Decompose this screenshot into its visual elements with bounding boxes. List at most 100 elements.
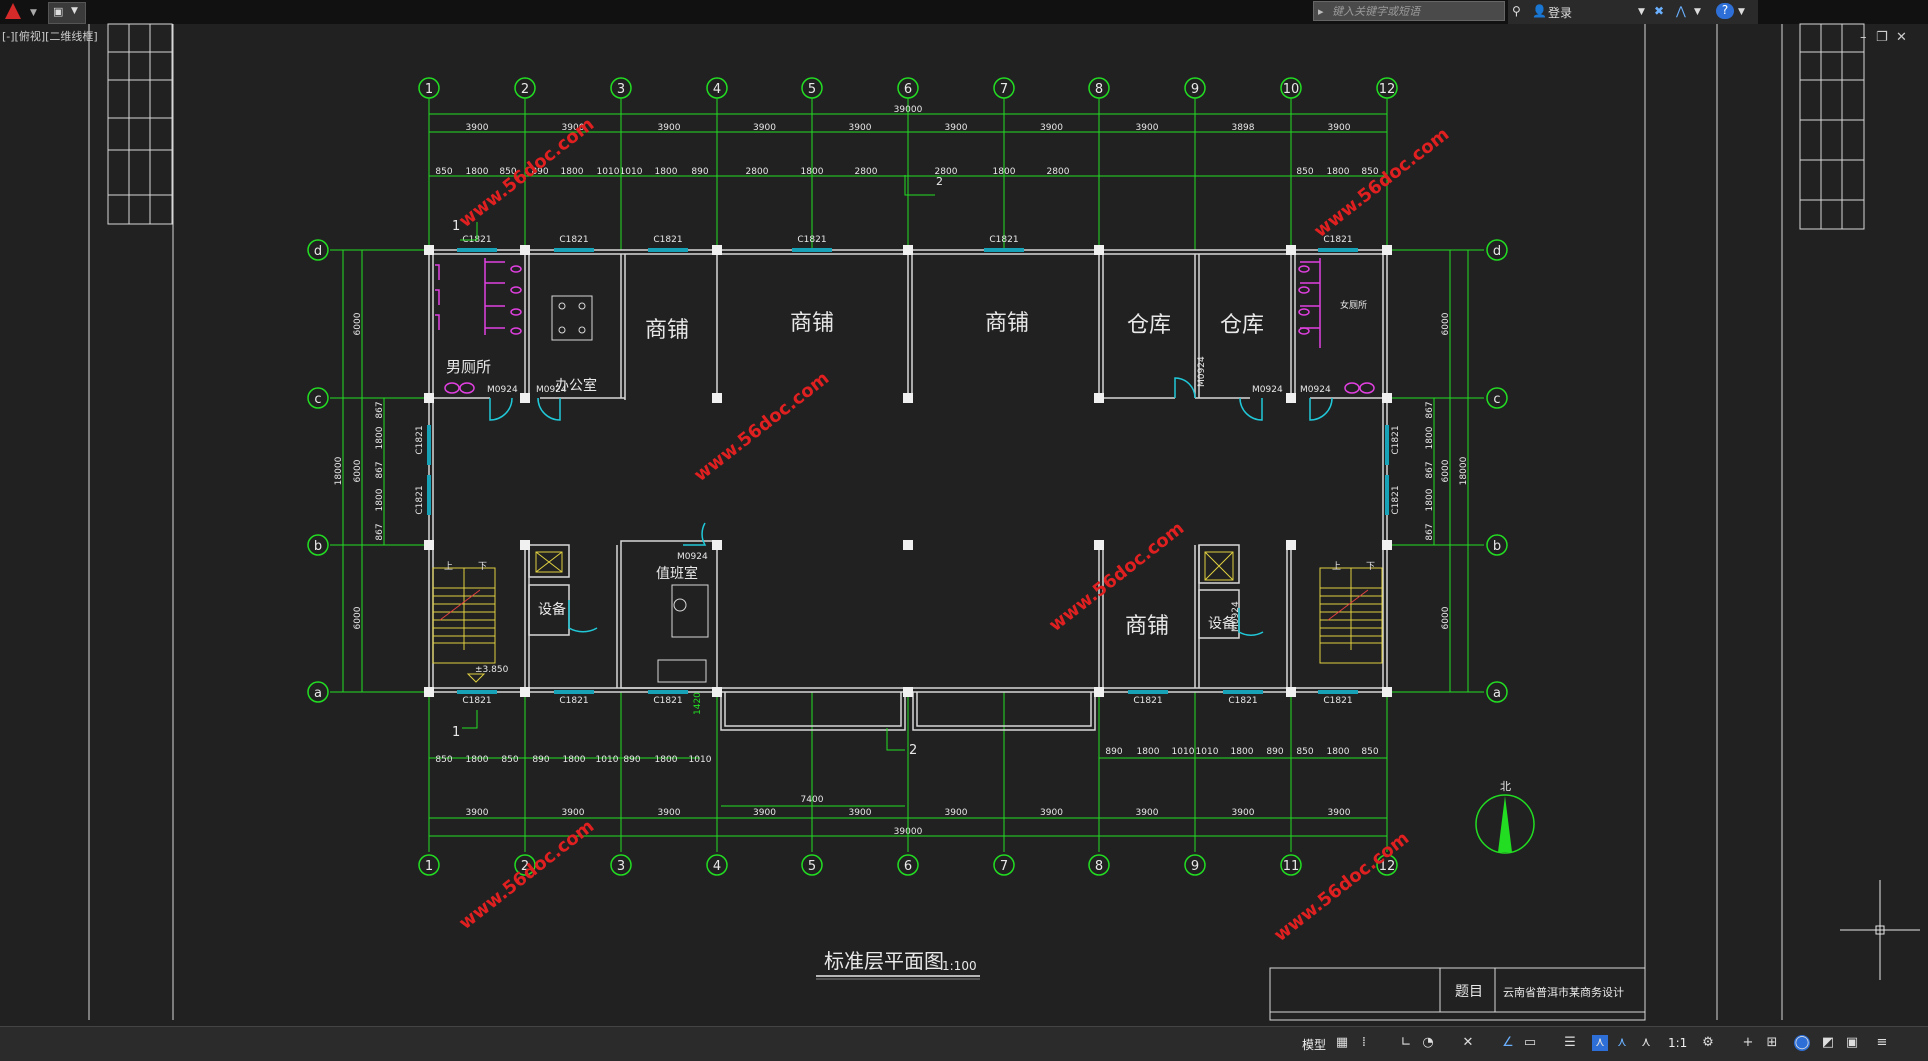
dimension-text: 1800 bbox=[466, 167, 489, 177]
total-dimension-right: 18000 bbox=[1459, 456, 1469, 485]
axis-bubble-right: d bbox=[1486, 239, 1508, 261]
plus-icon[interactable]: + bbox=[1740, 1035, 1756, 1051]
dimension-text: 1010 bbox=[596, 755, 619, 765]
axis-bubble-left: b bbox=[307, 534, 329, 556]
dynamic-input-icon[interactable]: ∠ bbox=[1500, 1035, 1516, 1051]
axis-bubble-right: a bbox=[1486, 681, 1508, 703]
hardware-acceleration-icon[interactable]: ◩ bbox=[1820, 1035, 1836, 1051]
column bbox=[1094, 687, 1104, 697]
dimension-text: 2800 bbox=[1047, 167, 1070, 177]
axis-bubble-top: 8 bbox=[1088, 77, 1110, 99]
dimension-text: 1800 bbox=[1137, 747, 1160, 757]
span-dimension-bottom: 3900 bbox=[945, 808, 968, 818]
grid-icon[interactable]: ▦ bbox=[1334, 1035, 1350, 1051]
svg-text:b: b bbox=[314, 539, 322, 554]
lineweight-icon[interactable]: ☰ bbox=[1562, 1035, 1578, 1051]
column bbox=[712, 393, 722, 403]
window-tag: C1821 bbox=[1228, 696, 1257, 706]
axis-grid bbox=[330, 98, 1484, 852]
watermarks: www.56doc.com www.56doc.com www.56doc.co… bbox=[455, 114, 1453, 946]
column bbox=[520, 245, 530, 255]
total-dimension-left: 18000 bbox=[334, 456, 344, 485]
watermark-text: www.56doc.com bbox=[1310, 124, 1453, 242]
span-dimension-bottom: 3900 bbox=[1232, 808, 1255, 818]
dimension-text: 6000 bbox=[353, 459, 363, 482]
dimension-text: 867 bbox=[375, 523, 385, 540]
axis-bubble-top: 7 bbox=[993, 77, 1015, 99]
svg-text:12: 12 bbox=[1379, 82, 1396, 97]
revision-table-right bbox=[1799, 23, 1865, 230]
dimension-text: 1010 bbox=[620, 167, 643, 177]
snap-icon[interactable]: ⁞ bbox=[1356, 1035, 1372, 1051]
column bbox=[1382, 687, 1392, 697]
span-dimension-bottom: 3900 bbox=[849, 808, 872, 818]
dimension-chains: 390003900 3900 3900 3900 3900 3900 3900 3900 389… bbox=[334, 105, 1474, 842]
dimension-text: 1800 bbox=[655, 755, 678, 765]
drawing-canvas[interactable]: 11223344556677889910111212d dc cb ba a 39000… bbox=[0, 0, 1928, 1024]
dimension-text: 890 bbox=[1105, 747, 1122, 757]
auto-scale-icon[interactable]: ⋏ bbox=[1638, 1035, 1654, 1051]
axis-bubble-bottom: 1 bbox=[418, 854, 440, 876]
watermark-text: www.56doc.com bbox=[1270, 828, 1413, 946]
axis-bubble-top: 4 bbox=[706, 77, 728, 99]
dimension-text: 1800 bbox=[563, 755, 586, 765]
isolate-icon[interactable]: ◯ bbox=[1794, 1035, 1810, 1051]
column bbox=[424, 540, 434, 550]
dimension-text: 1800 bbox=[1327, 747, 1350, 757]
room-label-equipment-1: 设备 bbox=[538, 601, 566, 618]
column bbox=[520, 687, 530, 697]
span-dimension-top: 3900 bbox=[466, 123, 489, 133]
units-icon[interactable]: ⊞ bbox=[1764, 1035, 1780, 1051]
stair-up-label-left: 上 bbox=[444, 561, 453, 572]
room-label-shop-3: 商铺 bbox=[985, 311, 1029, 336]
model-tab[interactable]: 模型 bbox=[1302, 1036, 1326, 1053]
osnap-icon[interactable]: ✕ bbox=[1460, 1035, 1476, 1051]
customize-icon[interactable]: ≡ bbox=[1874, 1035, 1890, 1051]
ortho-icon[interactable]: ∟ bbox=[1398, 1035, 1414, 1051]
svg-text:d: d bbox=[314, 244, 322, 259]
svg-text:3: 3 bbox=[617, 82, 625, 97]
annotation-scale[interactable]: 1:1 bbox=[1668, 1036, 1687, 1050]
axis-bubble-bottom: 7 bbox=[993, 854, 1015, 876]
window-tag: C1821 bbox=[415, 425, 425, 454]
column bbox=[1286, 540, 1296, 550]
span-dimension-bottom: 3900 bbox=[658, 808, 681, 818]
axis-bubble-bottom: 3 bbox=[610, 854, 632, 876]
door-tag: M0924 bbox=[677, 552, 708, 562]
axis-bubble-top: 5 bbox=[801, 77, 823, 99]
selection-icon[interactable]: ▭ bbox=[1522, 1035, 1538, 1051]
dimension-text: 1800 bbox=[1231, 747, 1254, 757]
north-arrow: 北 bbox=[1475, 780, 1535, 854]
dimension-text: 1800 bbox=[1327, 167, 1350, 177]
stairs-left bbox=[432, 567, 496, 664]
dimension-text: 6000 bbox=[353, 312, 363, 335]
svg-text:2: 2 bbox=[936, 175, 943, 188]
span-dimension-bottom: 3900 bbox=[562, 808, 585, 818]
annotation-icon[interactable]: ⋏ bbox=[1592, 1035, 1608, 1051]
axis-bubble-right: b bbox=[1486, 534, 1508, 556]
column bbox=[712, 245, 722, 255]
window-tag: C1821 bbox=[559, 235, 588, 245]
span-dimension-top: 3900 bbox=[1040, 123, 1063, 133]
column bbox=[712, 687, 722, 697]
room-label-shop-1: 商铺 bbox=[645, 318, 689, 343]
axis-bubble-top: 3 bbox=[610, 77, 632, 99]
gear-icon[interactable]: ⚙ bbox=[1700, 1035, 1716, 1051]
svg-text:8: 8 bbox=[1095, 859, 1103, 874]
dimension-text: 850 bbox=[435, 755, 452, 765]
axis-bubble-bottom: 11 bbox=[1280, 854, 1302, 876]
annotation-visibility-icon[interactable]: ⋏ bbox=[1614, 1035, 1630, 1051]
axis-bubble-top: 2 bbox=[514, 77, 536, 99]
room-label-shop-2: 商铺 bbox=[790, 311, 834, 336]
column bbox=[424, 245, 434, 255]
polar-icon[interactable]: ◔ bbox=[1420, 1035, 1436, 1051]
clean-screen-icon[interactable]: ▣ bbox=[1844, 1035, 1860, 1051]
svg-text:2: 2 bbox=[909, 743, 917, 758]
dimension-text: 6000 bbox=[1441, 312, 1451, 335]
dimension-text: 1010 bbox=[597, 167, 620, 177]
drawing-title-text: 标准层平面图 bbox=[824, 949, 944, 973]
svg-text:4: 4 bbox=[713, 859, 721, 874]
room-label-duty-room: 值班室 bbox=[656, 565, 698, 582]
span-dimension-bottom: 3900 bbox=[466, 808, 489, 818]
span-dimension-top: 3900 bbox=[658, 123, 681, 133]
